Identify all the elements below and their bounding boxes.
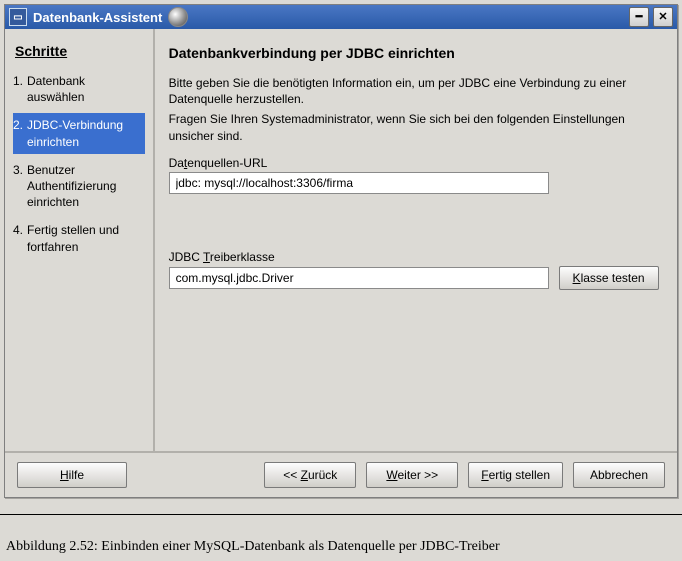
step-number: 3. [13,162,27,211]
content-pane: Datenbankverbindung per JDBC einrichten … [155,29,677,451]
wizard-window: ▭ Datenbank-Assistent ━ ✕ Schritte 1. Da… [4,4,678,498]
step-3[interactable]: 3. Benutzer Authentifizierung einrichten [13,158,145,215]
test-class-button[interactable]: Klasse testen [559,266,659,290]
logo-icon [168,7,188,27]
figure-caption: Abbildung 2.52: Einbinden einer MySQL-Da… [0,514,682,561]
steps-heading: Schritte [15,43,145,59]
step-number: 1. [13,73,27,105]
steps-sidebar: Schritte 1. Datenbank auswählen 2. JDBC-… [5,29,155,451]
cancel-button[interactable]: Abbrechen [573,462,665,488]
close-button[interactable]: ✕ [653,7,673,27]
step-label: Datenbank auswählen [27,73,139,105]
step-number: 4. [13,222,27,254]
help-button[interactable]: Hilfe [17,462,127,488]
window-body: Schritte 1. Datenbank auswählen 2. JDBC-… [5,29,677,497]
step-2[interactable]: 2. JDBC-Verbindung einrichten [13,113,145,153]
main-area: Schritte 1. Datenbank auswählen 2. JDBC-… [5,29,677,451]
page-title: Datenbankverbindung per JDBC einrichten [169,45,659,61]
url-label: Datenquellen-URL [169,156,268,170]
step-number: 2. [13,117,27,149]
finish-button[interactable]: Fertig stellen [468,462,563,488]
back-button[interactable]: << Zurück [264,462,356,488]
datasource-url-input[interactable] [169,172,549,194]
step-label: Fertig stellen und fortfahren [27,222,139,254]
minimize-button[interactable]: ━ [629,7,649,27]
step-label: JDBC-Verbindung einrichten [27,117,139,149]
driver-class-input[interactable] [169,267,549,289]
window-title: Datenbank-Assistent [33,10,162,25]
driver-label: JDBC Treiberklasse [169,250,275,264]
instruction-text-2: Fragen Sie Ihren Systemadministrator, we… [169,111,659,143]
footer-buttonbar: Hilfe << Zurück Weiter >> Fertig stellen… [5,451,677,497]
app-icon: ▭ [9,8,27,26]
instruction-text-1: Bitte geben Sie die benötigten Informati… [169,75,659,107]
step-4[interactable]: 4. Fertig stellen und fortfahren [13,218,145,258]
step-label: Benutzer Authentifizierung einrichten [27,162,139,211]
next-button[interactable]: Weiter >> [366,462,458,488]
step-1[interactable]: 1. Datenbank auswählen [13,69,145,109]
titlebar: ▭ Datenbank-Assistent ━ ✕ [5,5,677,29]
